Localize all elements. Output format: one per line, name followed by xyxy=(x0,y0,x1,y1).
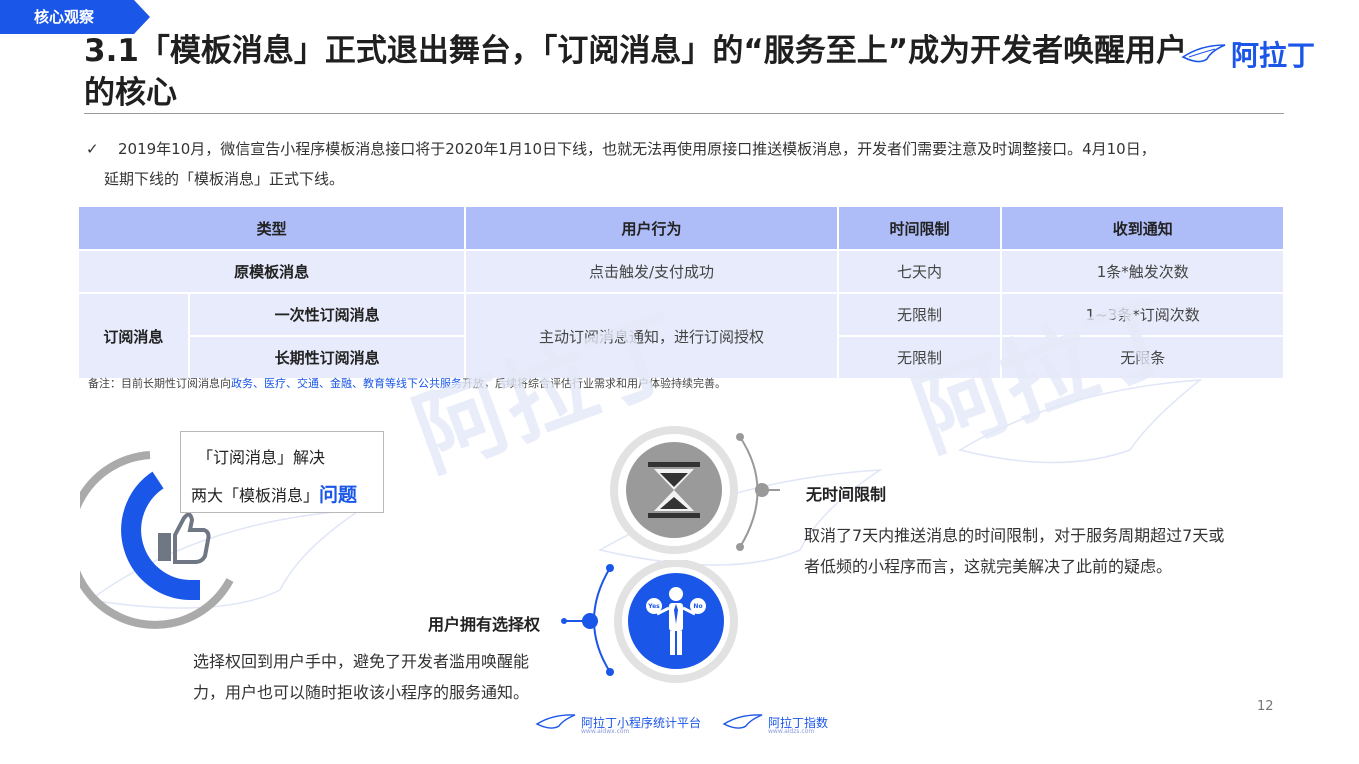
cell-subtype: 长期性订阅消息 xyxy=(187,335,467,380)
callout-highlight: 问题 xyxy=(319,484,358,506)
callout-line-2-text: 两大「模板消息」 xyxy=(191,486,320,505)
cell-time: 无限制 xyxy=(836,335,1003,380)
point-user-choice-line-1: 选择权回到用户手中，避免了开发者滥用唤醒能 xyxy=(193,652,530,671)
callout-line-2: 两大「模板消息」问题 xyxy=(191,480,357,507)
cell-notify: 1~3条*订阅次数 xyxy=(1000,292,1285,337)
point-no-time-limit-line-1: 取消了7天内推送消息的时间限制，对于服务周期超过7天或 xyxy=(804,526,1225,545)
no-label: No xyxy=(693,603,702,610)
cell-behavior-merged: 主动订阅消息通知，进行订阅授权 xyxy=(464,292,839,380)
table-note: 备注：目前长期性订阅消息向政务、医疗、交通、金融、教育等线下公共服务开放，后续将… xyxy=(88,375,726,391)
point-no-time-limit-line-2: 者低频的小程序而言，这就完美解决了此前的疑虑。 xyxy=(804,557,1173,576)
point-user-choice-text: 选择权回到用户手中，避免了开发者滥用唤醒能 力，用户也可以随时拒收该小程序的服务… xyxy=(193,646,529,708)
checkmark-icon: ✓ xyxy=(86,140,99,158)
header-time: 时间限制 xyxy=(836,205,1003,251)
header-notify: 收到通知 xyxy=(1000,205,1285,251)
brand-name: 阿拉丁 xyxy=(1230,39,1315,72)
header-type: 类型 xyxy=(76,205,467,251)
brand-logo: 阿拉丁 xyxy=(1181,34,1315,74)
cell-notify: 1条*触发次数 xyxy=(1000,249,1285,294)
point-user-choice-label: 用户拥有选择权 xyxy=(428,615,541,634)
cell-type: 原模板消息 xyxy=(76,249,467,294)
comparison-table: 类型 用户行为 时间限制 收到通知 原模板消息 点击触发/支付成功 七天内 1条… xyxy=(76,205,1285,380)
cell-behavior: 点击触发/支付成功 xyxy=(464,249,839,294)
intro-line-2: 延期下线的「模板消息」正式下线。 xyxy=(104,170,345,188)
table-row: 原模板消息 点击触发/支付成功 七天内 1条*触发次数 xyxy=(76,249,1285,294)
footer-left-url: www.aldwx.com xyxy=(581,728,630,735)
cell-time: 无限制 xyxy=(836,292,1003,337)
footer-bird-icon xyxy=(535,714,576,729)
section-tag: 核心观察 xyxy=(0,0,150,34)
table-row: 订阅消息 一次性订阅消息 主动订阅消息通知，进行订阅授权 无限制 1~3条*订阅… xyxy=(77,292,1285,380)
page-title: 3.1「模板消息」正式退出舞台，「订阅消息」的“服务至上”成为开发者唤醒用户的核… xyxy=(84,33,1188,111)
brand-bird-icon xyxy=(1181,44,1226,63)
point-user-choice-line-2: 力，用户也可以随时拒收该小程序的服务通知。 xyxy=(193,683,530,702)
title-divider xyxy=(84,113,1284,114)
cell-group: 订阅消息 xyxy=(77,292,190,380)
summary-callout: 「订阅消息」解决 两大「模板消息」问题 xyxy=(180,431,384,513)
footer-bird-icon xyxy=(722,714,763,729)
footer-right-url: www.aldzs.com xyxy=(768,728,815,735)
footer-left-logo: 阿拉丁小程序统计平台 www.aldwx.com xyxy=(535,712,701,735)
footer-right-logo: 阿拉丁指数 www.aldzs.com xyxy=(722,712,828,735)
note-suffix: 开放，后续将综合评估行业需求和用户体验持续完善。 xyxy=(462,377,726,390)
note-highlight: 政务、医疗、交通、金融、教育等线下公共服务 xyxy=(231,377,462,390)
yes-label: Yes xyxy=(647,603,660,610)
intro-bullet: ✓ 2019年10月，微信宣告小程序模板消息接口将于2020年1月10日下线，也就… xyxy=(86,134,1286,194)
cell-subtype: 一次性订阅消息 xyxy=(187,292,467,337)
callout-line-1: 「订阅消息」解决 xyxy=(197,448,326,467)
header-behavior: 用户行为 xyxy=(464,205,839,251)
thumbs-up-icon xyxy=(158,512,211,564)
choice-graphic: Yes No xyxy=(561,560,738,683)
intro-line-1: 2019年10月，微信宣告小程序模板消息接口将于2020年1月10日下线，也就无… xyxy=(118,140,1156,158)
hourglass-graphic xyxy=(610,426,780,554)
table-header-row: 类型 用户行为 时间限制 收到通知 xyxy=(76,205,1285,251)
point-no-time-limit-label: 无时间限制 xyxy=(806,485,887,504)
cell-notify: 无限条 xyxy=(1000,335,1285,380)
cell-time: 七天内 xyxy=(836,249,1003,294)
page-number: 12 xyxy=(1257,699,1274,714)
point-no-time-limit-text: 取消了7天内推送消息的时间限制，对于服务周期超过7天或 者低频的小程序而言，这就… xyxy=(804,520,1224,582)
note-prefix: 备注：目前长期性订阅消息向 xyxy=(88,377,231,390)
